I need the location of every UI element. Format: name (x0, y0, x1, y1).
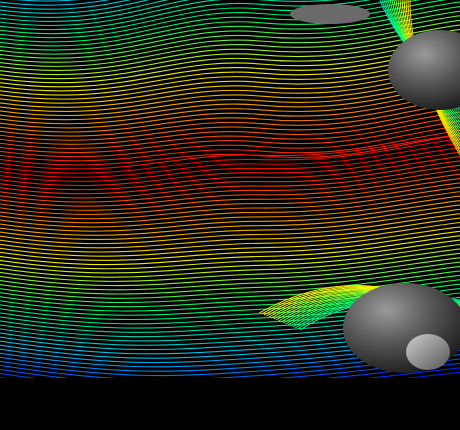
streamline-visualization (0, 0, 460, 430)
ground-shadow (0, 378, 460, 430)
